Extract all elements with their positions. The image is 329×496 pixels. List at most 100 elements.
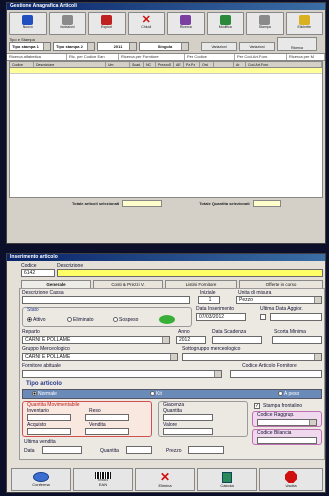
radio-a-peso-dot [278,391,283,397]
filter-supplier[interactable]: Ricerca per Fornitore [119,54,185,60]
data-inserimento-field[interactable]: 07/03/2012 [196,313,246,321]
conferma-button[interactable]: Conferma [11,468,71,491]
reparto-combo[interactable]: CARNI E POLLAME [22,336,170,344]
cod-art-forn-field[interactable] [230,370,322,378]
toolbar-modify-button[interactable]: Modifica [206,12,244,35]
col-header-codice[interactable]: Codice [10,62,34,67]
tab-costi-prezzi[interactable]: Costi & Prezzi V. [93,280,163,288]
uscita-button[interactable]: Uscita [259,468,323,491]
delete-icon: ✕ [159,469,171,484]
print-mode-combo[interactable]: Singola [139,42,189,51]
modify-icon [219,15,231,25]
reso-field[interactable] [85,414,129,421]
anno-field[interactable]: 2012 [176,336,206,344]
data-scadenza-field[interactable] [212,336,262,344]
col-header-nc[interactable]: NC [144,62,156,67]
toolbar-close-button[interactable]: ✕ Chiudi [127,12,165,35]
col-header-scad[interactable]: Scad. [130,62,144,67]
stampa-frontalino-label: Stampa frontalino [263,403,303,409]
data-inserimento-label: Data Inserimento [196,306,235,312]
search-button[interactable]: Ricerca [277,37,317,51]
table-row-selected[interactable] [10,68,322,74]
stato-radio-sospeso[interactable]: Sospeso [113,317,138,323]
codice-bilancia-field[interactable] [257,437,317,444]
sottogruppo-label: Sottogruppo merceologico [182,346,241,352]
status-indicator-icon [159,315,175,324]
codice-field[interactable]: 6142 [21,269,55,277]
radio-eliminato-dot [67,317,72,323]
gruppo-merceologico-combo[interactable]: CARNI E POLLAME [22,353,178,361]
tab-offerte[interactable]: Offerte in corso [239,280,323,288]
stato-radio-eliminato[interactable]: Eliminato [67,317,94,323]
print-icon [259,15,271,25]
tipo-radio-a-peso[interactable]: A peso [278,391,299,397]
unita-misura-combo[interactable]: Pezzo [236,296,322,304]
valore-field[interactable] [163,428,213,435]
calcola-button[interactable]: Calcola [197,468,257,491]
stato-radio-attivo[interactable]: Attivo [27,317,46,323]
print-type-combo-1[interactable]: Tipo stampa 1 [9,42,51,51]
tab-listini-fornitore[interactable]: Listini Fornitore [165,280,237,288]
giacenza-quantita-field[interactable] [163,414,213,421]
close-icon: ✕ [141,14,151,26]
tipo-articolo-label: Tipo articolo [26,381,62,387]
descrizione-field[interactable] [57,269,323,277]
fornitore-abituale-combo[interactable] [22,370,222,378]
scorta-minima-label: Scorta Minima [274,329,306,335]
year-combo[interactable]: 2011 [97,42,137,51]
col-header-ar[interactable]: Ar [234,62,246,67]
articles-list-window: Gestione Anagrafica Articoli Nuovo Varia… [6,2,326,244]
col-header-descrizione[interactable]: Descrizione [34,62,106,67]
col-header-um[interactable]: Um [106,62,130,67]
col-header-ord[interactable]: Ord [200,62,214,67]
print-type-combo-2[interactable]: Tipo stampa 2 [53,42,95,51]
stampa-frontalino-checkbox[interactable]: ✓ [254,403,260,409]
list-footer: Totale articoli selezionati Totale Quant… [7,198,325,209]
ultima-vendita-label: Ultima vendita [24,439,56,445]
tipo-radio-normale[interactable]: Normale [32,391,57,397]
inventario-field[interactable] [27,414,71,421]
ultima-data-aggior-label: Ultima Data Aggior. [260,306,303,312]
toolbar-explode-button[interactable]: Esplodi [88,12,126,35]
article-form-window: Inserimento articolo Codice Descrizione … [6,253,326,493]
filter-other[interactable]: Ricerca per M [287,54,325,60]
toolbar-search-button[interactable]: Ricerca [167,12,205,35]
sottogruppo-combo[interactable] [182,353,322,361]
explode-icon [101,15,113,25]
calculator-icon [222,471,232,483]
ultima-prezzo-label: Prezzo [166,448,182,454]
filter-supplier-code[interactable]: Per Cod.Art.Forn. [235,54,287,60]
scorta-minima-field[interactable] [272,336,322,344]
variations-button-2[interactable]: Variazioni [239,42,275,51]
col-header-prezzo[interactable]: PrezzoS [156,62,174,67]
articles-grid[interactable]: Codice Descrizione Um Scad. NC PrezzoS A… [9,61,323,198]
codice-raggr-label: Codice Raggrup. [257,412,295,418]
form-buttons-bar: Conferma 670001 EAN ✕ Elimina Calcola Us… [7,468,325,492]
gruppo-merceologico-label: Gruppo Merceologico [22,346,70,352]
filter-alphabetic[interactable]: Ricerca alfabetica [7,54,67,60]
filter-ean[interactable]: Ric. per Codice Ean [67,54,119,60]
toolbar-variations-button[interactable]: Variazioni [48,12,86,35]
toolbar-print-button[interactable]: Stampa [246,12,284,35]
iniziale-field[interactable]: 1 [198,296,220,304]
elimina-button[interactable]: ✕ Elimina [135,468,195,491]
col-header-pzpz[interactable]: Pz.Pz [184,62,200,67]
tab-generale[interactable]: Generale [21,280,91,288]
variations-button-1[interactable]: Variazioni [201,42,237,51]
col-header-ae[interactable]: AE [174,62,184,67]
ultima-data-label: Data [24,448,35,454]
ean-button[interactable]: 670001 EAN [73,468,133,491]
col-header-cod-art-forn[interactable]: Cod.Art.Forn. [246,62,322,67]
tipo-radio-kit[interactable]: Kit [150,391,162,397]
fornitore-abituale-label: Fornitore abituale [22,363,61,369]
descrizione-cassa-field[interactable] [22,296,190,304]
toolbar-new-button[interactable]: Nuovo [9,12,47,35]
ultima-data-checkbox[interactable] [260,314,266,320]
filter-code[interactable]: Per Codice [185,54,235,60]
vendita-field[interactable] [85,428,129,435]
col-header-blank[interactable] [214,62,234,67]
ultima-data-field[interactable] [270,313,322,321]
codice-raggr-combo[interactable] [257,419,317,426]
acquisto-field[interactable] [27,428,71,435]
toolbar-labels-button[interactable]: Etichette [285,12,323,35]
